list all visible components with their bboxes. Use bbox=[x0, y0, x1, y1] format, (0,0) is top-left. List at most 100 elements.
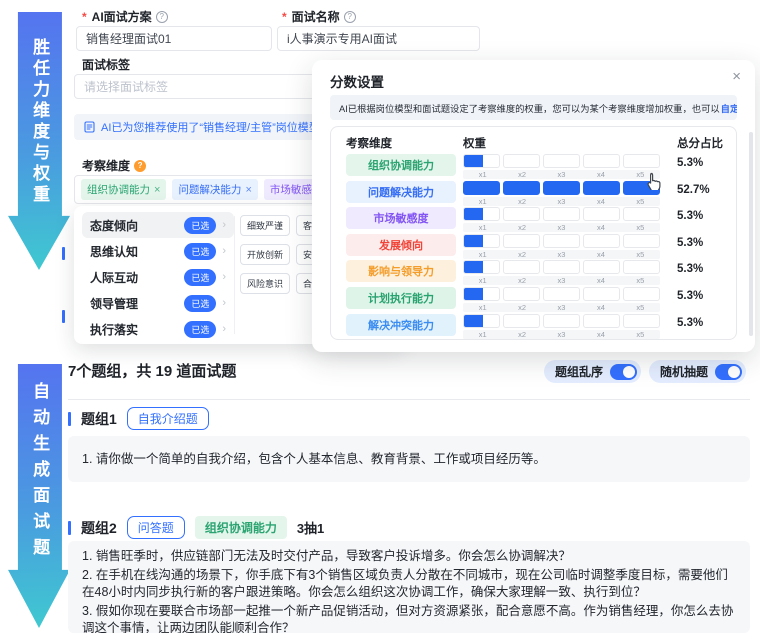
weight-segment[interactable] bbox=[503, 154, 540, 168]
weight-segment[interactable] bbox=[623, 207, 660, 222]
weight-segment[interactable] bbox=[583, 207, 620, 222]
column-header-dimension: 考察维度 bbox=[346, 138, 392, 150]
category-label: 领导管理 bbox=[90, 296, 139, 311]
toggle-pill[interactable]: 随机抽题 bbox=[648, 360, 746, 383]
weight-segment[interactable] bbox=[583, 286, 620, 301]
weight-segment[interactable] bbox=[503, 260, 540, 275]
weight-segment[interactable] bbox=[463, 180, 500, 195]
weight-scale-label: x1 bbox=[478, 223, 487, 233]
weight-scale-label: x4 bbox=[596, 170, 605, 179]
weight-segment[interactable] bbox=[543, 260, 580, 275]
selected-badge: 已选 bbox=[184, 294, 217, 312]
weight-segment[interactable] bbox=[463, 286, 500, 301]
weight-segment[interactable] bbox=[463, 260, 500, 275]
weight-scale-labels: x1 x2 x3 x4 x5 bbox=[463, 170, 660, 179]
selected-badge: 已选 bbox=[184, 242, 217, 260]
weight-segment[interactable] bbox=[543, 313, 580, 328]
weight-scale-label: x2 bbox=[518, 170, 527, 179]
weight-scale-labels: x1 x2 x3 x4 x5 bbox=[463, 329, 660, 339]
toggle-pill[interactable]: 题组乱序 bbox=[543, 360, 641, 383]
ai-plan-input[interactable] bbox=[76, 26, 272, 51]
question-group-box: 1. 销售旺季时，供应链部门无法及时交付产品，导致客户投诉增多。你会怎么协调解决… bbox=[68, 541, 750, 633]
weight-scale-label: x1 bbox=[478, 170, 487, 179]
weight-segment[interactable] bbox=[503, 233, 540, 248]
weight-scale-labels: x1 x2 x3 x4 x5 bbox=[463, 223, 660, 233]
section-banner-autogen: 自动生成面试题 bbox=[8, 364, 70, 628]
remove-tag-icon[interactable]: × bbox=[154, 184, 160, 196]
weight-segment[interactable] bbox=[543, 154, 580, 168]
attribute-tag[interactable]: 风险意识 bbox=[240, 273, 291, 294]
dimension-category-item[interactable]: 执行落实 已选 › bbox=[82, 316, 234, 342]
question-type-tag[interactable]: 自我介绍题 bbox=[126, 407, 209, 430]
weight-segment[interactable] bbox=[543, 180, 580, 195]
question-text: 2. 在手机在线沟通的场景下，你手底下有3个销售区域负责人分散在不同城市，现在公… bbox=[82, 568, 728, 599]
required-asterisk: * bbox=[282, 9, 287, 24]
weight-segment[interactable] bbox=[503, 313, 540, 328]
dimension-category-list: 态度倾向 已选 › 思维认知 已选 › 人际互动 已选 › 领导管理 已选 › 执行落实 已选 › bbox=[82, 212, 234, 342]
weight-segment[interactable] bbox=[583, 180, 620, 195]
percent-value: 5.3% bbox=[677, 263, 704, 276]
dimension-category-item[interactable]: 思维认知 已选 › bbox=[82, 238, 234, 264]
attribute-tag[interactable]: 开放创新 bbox=[240, 244, 291, 265]
weight-segment[interactable] bbox=[623, 233, 660, 248]
remove-tag-icon[interactable]: × bbox=[245, 184, 251, 196]
weight-segment[interactable] bbox=[583, 313, 620, 328]
weight-segment[interactable] bbox=[503, 180, 540, 195]
group-dimension-tag: 组织协调能力 bbox=[194, 516, 287, 539]
toggle-switch[interactable] bbox=[609, 363, 637, 380]
weight-segment[interactable] bbox=[623, 313, 660, 328]
weight-segment[interactable] bbox=[463, 207, 500, 222]
group-title: 题组2 bbox=[81, 519, 117, 536]
weight-segment[interactable] bbox=[583, 233, 620, 248]
weight-scale-label: x4 bbox=[596, 249, 605, 259]
question-type-tag[interactable]: 问答题 bbox=[126, 516, 185, 539]
weight-table: 考察维度 权重 总分占比 组织协调能力 x1 x2 x3 x4 x5 5.3% 问题解决能力 x… bbox=[330, 126, 737, 340]
dimension-category-item[interactable]: 领导管理 已选 › bbox=[82, 290, 234, 316]
weight-segment[interactable] bbox=[463, 233, 500, 248]
customize-per-question-link[interactable]: 自定义每一题 bbox=[721, 101, 737, 115]
percent-value: 52.7% bbox=[677, 183, 710, 196]
category-label: 执行落实 bbox=[90, 322, 139, 337]
weight-segment[interactable] bbox=[583, 260, 620, 275]
toggle-switch[interactable] bbox=[715, 363, 742, 380]
weight-scale-label: x3 bbox=[557, 196, 566, 206]
weight-segment[interactable] bbox=[583, 154, 620, 168]
attribute-tag[interactable]: 细致严谨 bbox=[240, 215, 291, 236]
help-icon-orange[interactable]: ? bbox=[134, 159, 147, 172]
weight-segment[interactable] bbox=[543, 207, 580, 222]
weight-scale-label: x3 bbox=[557, 329, 566, 339]
weight-segment[interactable] bbox=[503, 207, 540, 222]
scrollbar[interactable] bbox=[749, 132, 753, 336]
tag-label: 问题解决能力 bbox=[178, 184, 242, 196]
interview-name-input[interactable] bbox=[277, 26, 480, 51]
section-marker bbox=[62, 247, 65, 260]
weight-segment[interactable] bbox=[623, 286, 660, 301]
weight-scale-label: x4 bbox=[596, 276, 605, 286]
weight-scale-label: x3 bbox=[557, 223, 566, 233]
weight-scale-labels: x1 x2 x3 x4 x5 bbox=[463, 196, 660, 206]
weight-segment[interactable] bbox=[463, 154, 500, 168]
dimension-category-item[interactable]: 人际互动 已选 › bbox=[82, 264, 234, 290]
weight-segment[interactable] bbox=[543, 233, 580, 248]
weight-segment[interactable] bbox=[463, 313, 500, 328]
close-icon[interactable]: × bbox=[732, 68, 741, 85]
group-title: 题组1 bbox=[81, 410, 117, 427]
weight-segment[interactable] bbox=[503, 286, 540, 301]
weight-bar bbox=[463, 260, 660, 275]
weight-segment[interactable] bbox=[623, 154, 660, 168]
weight-bar bbox=[463, 233, 660, 248]
weight-segment[interactable] bbox=[623, 260, 660, 275]
weight-segment[interactable] bbox=[543, 286, 580, 301]
weight-bar bbox=[463, 207, 660, 222]
dimension-tag: 组织协调能力 bbox=[346, 154, 456, 176]
help-icon[interactable]: ? bbox=[343, 10, 356, 23]
weight-scale-label: x4 bbox=[596, 329, 605, 339]
section-banner-competency: 胜任力维度与权重 bbox=[8, 12, 70, 270]
chevron-right-icon: › bbox=[222, 323, 226, 335]
chevron-right-icon: › bbox=[222, 219, 226, 231]
weight-row: 计划执行能力 x1 x2 x3 x4 x5 5.3% bbox=[331, 286, 736, 313]
dimension-category-item[interactable]: 态度倾向 已选 › bbox=[82, 212, 234, 238]
dimension-tag: 解决冲突能力 bbox=[346, 313, 456, 336]
help-icon[interactable]: ? bbox=[155, 10, 168, 23]
question-toggles: 题组乱序 随机抽题 bbox=[543, 360, 746, 383]
